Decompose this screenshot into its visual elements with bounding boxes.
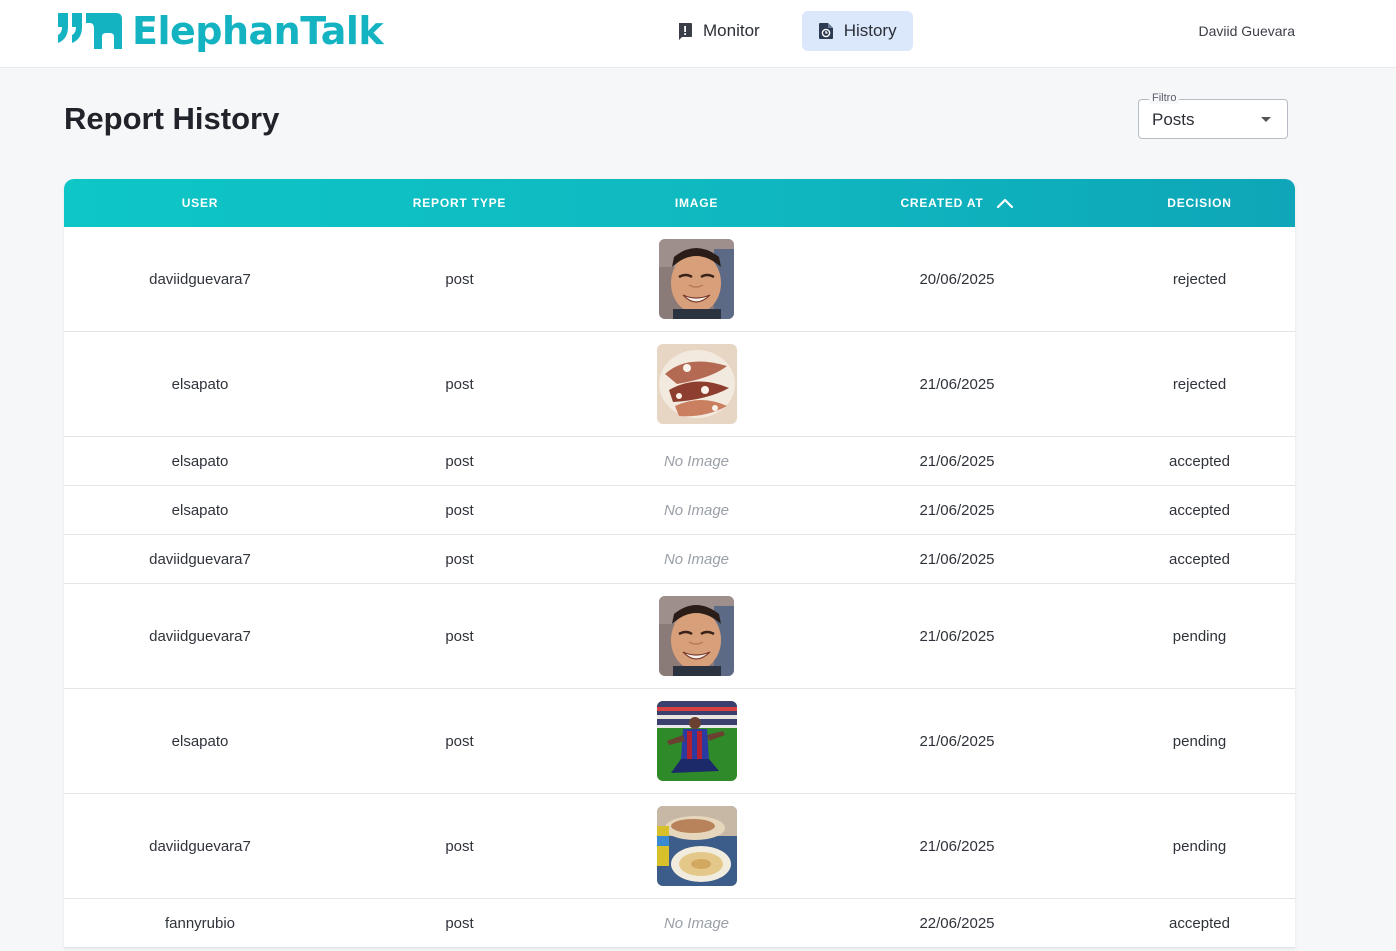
table-row[interactable]: fannyrubio post No Image 22/06/2025 acce… [64,899,1295,948]
column-header-report-type[interactable]: REPORT TYPE [336,196,583,210]
cell-report-type: post [445,550,474,568]
cell-created-at: 22/06/2025 [919,914,995,932]
page-title: Report History [64,101,280,136]
report-image-thumbnail[interactable] [657,806,737,886]
table-row[interactable]: elsapato post No Image 21/06/2025 accept… [64,437,1295,486]
user-menu[interactable]: Daviid Guevara [1199,23,1296,39]
cell-user: fannyrubio [164,914,236,932]
report-image-thumbnail[interactable] [659,239,734,319]
cell-created-at: 21/06/2025 [919,627,995,645]
table-row[interactable]: daviidguevara7 post No Image 21/06/2025 … [64,535,1295,584]
cell-user: daviidguevara7 [149,837,251,855]
cell-created-at: 21/06/2025 [919,375,995,393]
cell-report-type: post [445,914,474,932]
column-header-image[interactable]: IMAGE [583,196,810,210]
cell-report-type: post [445,375,474,393]
nav-label-monitor: Monitor [703,21,760,40]
nav-item-monitor[interactable]: Monitor [661,11,776,51]
dropdown-caret-icon [1261,117,1271,122]
cell-no-image: No Image [663,914,730,932]
history-document-icon [818,23,833,39]
cell-created-at: 21/06/2025 [919,501,995,519]
table-row[interactable]: elsapato post 21/06/2025 pending [64,689,1295,794]
cell-decision: accepted [1169,550,1230,568]
cell-created-at: 21/06/2025 [919,452,995,470]
table-row[interactable]: elsapato post No Image 21/06/2025 accept… [64,486,1295,535]
cell-decision: accepted [1169,452,1230,470]
cell-created-at: 21/06/2025 [919,732,995,750]
nav-item-history[interactable]: History [801,11,913,51]
filter-value: Posts [1152,110,1195,129]
cell-image [583,239,810,319]
cell-decision: accepted [1169,501,1230,519]
report-image-thumbnail[interactable] [657,701,737,781]
cell-decision: accepted [1169,914,1230,932]
cell-user: elsapato [171,501,229,519]
column-header-decision[interactable]: DECISION [1104,196,1295,210]
table-row[interactable]: daviidguevara7 post 20/06/2025 rejected [64,227,1295,332]
top-navigation-bar: ElephanTalk Monitor History Daviid Gueva… [0,0,1396,68]
cell-report-type: post [445,732,474,750]
cell-user: elsapato [171,732,229,750]
cell-no-image: No Image [663,452,730,470]
filter-select[interactable]: Filtro Posts [1138,92,1288,139]
cell-image [583,344,810,424]
cell-user: daviidguevara7 [149,627,251,645]
nav-label-history: History [843,21,897,40]
cell-user: elsapato [171,375,229,393]
cell-report-type: post [445,837,474,855]
column-header-created-at[interactable]: CREATED AT [810,196,1104,210]
report-image-thumbnail[interactable] [659,596,734,676]
cell-created-at: 20/06/2025 [919,270,995,288]
report-alert-icon [679,23,692,40]
cell-created-at: 21/06/2025 [919,550,995,568]
cell-user: elsapato [171,452,229,470]
cell-report-type: post [445,501,474,519]
report-history-table: USER REPORT TYPE IMAGE CREATED AT DECISI… [64,179,1295,948]
cell-report-type: post [445,452,474,470]
cell-decision: rejected [1172,270,1227,288]
column-header-user[interactable]: USER [64,196,336,210]
table-row[interactable]: elsapato post 21/06/2025 rejected [64,332,1295,437]
table-header: USER REPORT TYPE IMAGE CREATED AT DECISI… [64,179,1295,227]
table-row[interactable]: daviidguevara7 post 21/06/2025 pending [64,794,1295,899]
cell-image [583,701,810,781]
main-nav: Monitor History [661,11,913,51]
table-row[interactable]: daviidguevara7 post 21/06/2025 pending [64,584,1295,689]
filter-label: Filtro [1149,92,1180,104]
cell-no-image: No Image [663,550,730,568]
cell-report-type: post [445,270,474,288]
cell-report-type: post [445,627,474,645]
cell-decision: pending [1172,627,1227,645]
cell-user: daviidguevara7 [149,270,251,288]
cell-no-image: No Image [663,501,730,519]
cell-decision: pending [1172,837,1227,855]
cell-image [583,806,810,886]
column-header-created-at-label: CREATED AT [900,196,984,210]
brand-name: ElephanTalk [132,9,384,53]
report-image-thumbnail[interactable] [657,344,737,424]
cell-image [583,596,810,676]
elephant-logo-icon [58,13,122,49]
cell-decision: pending [1172,732,1227,750]
cell-created-at: 21/06/2025 [919,837,995,855]
cell-user: daviidguevara7 [149,550,251,568]
sort-ascending-icon[interactable] [996,197,1014,209]
cell-decision: rejected [1172,375,1227,393]
brand-logo[interactable]: ElephanTalk [56,9,384,53]
